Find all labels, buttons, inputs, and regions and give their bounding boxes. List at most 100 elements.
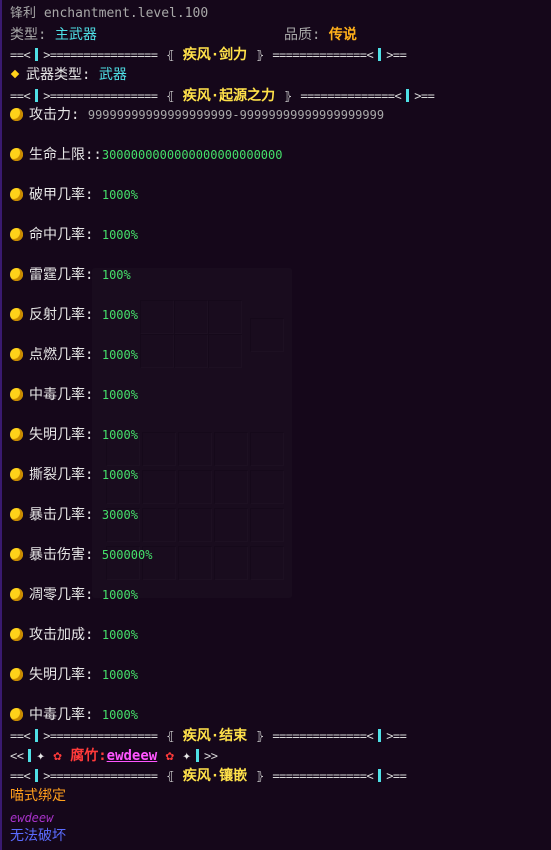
type-label: 类型: xyxy=(10,27,55,43)
separator-section-4: ==< >================ ⦃ 疾风·镶嵌 ⦄ =========… xyxy=(10,766,407,786)
attribute-value: 1000% xyxy=(101,628,138,642)
quality-value: 传说 xyxy=(328,27,357,43)
separator-left: ==< >================ xyxy=(10,729,158,743)
bracket-left: ⦃ xyxy=(165,48,175,62)
coin-icon xyxy=(10,548,23,561)
attribute-value: 3000% xyxy=(101,508,138,522)
attribute-value: 1000% xyxy=(101,348,138,362)
owner-label: 腐竹: xyxy=(70,748,107,764)
nbt-line: 锋利 enchantment.level.100 xyxy=(10,6,209,21)
bound-text: 喵式绑定 xyxy=(10,788,66,804)
bracket-left: ⦃ xyxy=(165,729,175,743)
attribute-row: 暴击伤害: 500000% xyxy=(10,545,152,565)
bar-icon xyxy=(378,729,382,742)
owner-row: << ✦ ✿ 腐竹:ewdeew ✿ ✦ >> xyxy=(10,746,218,766)
separator-right: ==============< >== xyxy=(272,769,407,783)
coin-icon xyxy=(10,268,23,281)
attribute-value: 1000% xyxy=(101,588,138,602)
attribute-label: 攻击力: xyxy=(29,107,88,123)
weapon-type-row: 武器类型: 武器 xyxy=(10,65,127,85)
attribute-label: 失明几率: xyxy=(29,667,102,683)
diamond-icon xyxy=(10,69,20,79)
attribute-label: 命中几率: xyxy=(29,227,102,243)
attribute-value: 100% xyxy=(101,268,131,282)
attribute-value: 3000000000000000000000000 xyxy=(101,148,283,162)
attribute-label: 生命上限:: xyxy=(29,147,102,163)
attribute-row: 雷霆几率: 100% xyxy=(10,265,131,285)
attribute-label: 失明几率: xyxy=(29,427,102,443)
bracket-right: ⦄ xyxy=(255,729,265,743)
section-title: 疾风·结束 xyxy=(182,728,248,744)
coin-icon xyxy=(10,228,23,241)
attribute-row: 破甲几率: 1000% xyxy=(10,185,138,205)
attribute-value: 1000% xyxy=(101,468,138,482)
type-row: 类型: 主武器 xyxy=(10,25,97,45)
quality-row: 品质: 传说 xyxy=(284,25,357,45)
attribute-row: 命中几率: 1000% xyxy=(10,225,138,245)
coin-icon xyxy=(10,388,23,401)
flower-icon: ✿ xyxy=(53,748,62,764)
separator-left: ==< >================ xyxy=(10,769,158,783)
sparkle-icon: ✦ xyxy=(36,748,45,764)
bar-icon xyxy=(378,769,382,782)
bar-icon xyxy=(378,48,382,61)
section-title: 疾风·镶嵌 xyxy=(182,768,248,784)
owner-prefix: << xyxy=(10,749,24,763)
attribute-label: 破甲几率: xyxy=(29,187,102,203)
separator-right: ==============< >== xyxy=(300,89,435,103)
attribute-value: 99999999999999999999-9999999999999999999… xyxy=(87,108,385,122)
attribute-row: 暴击几率: 3000% xyxy=(10,505,138,525)
bracket-left: ⦃ xyxy=(165,89,175,103)
separator-section-3: ==< >================ ⦃ 疾风·结束 ⦄ =========… xyxy=(10,726,407,746)
bracket-right: ⦄ xyxy=(283,89,293,103)
bar-icon xyxy=(195,749,199,762)
attribute-row: 中毒几率: 1000% xyxy=(10,385,138,405)
separator-right: ==============< >== xyxy=(272,48,407,62)
bracket-right: ⦄ xyxy=(255,769,265,783)
owner-suffix: >> xyxy=(203,749,218,763)
bar-icon xyxy=(28,749,32,762)
attribute-row: 点燃几率: 1000% xyxy=(10,345,138,365)
section-title: 疾风·起源之力 xyxy=(182,88,276,104)
attribute-row: 中毒几率: 1000% xyxy=(10,705,138,725)
attribute-label: 雷霆几率: xyxy=(29,267,102,283)
weapon-type-value: 武器 xyxy=(98,67,127,83)
attribute-label: 中毒几率: xyxy=(29,387,102,403)
attribute-label: 反射几率: xyxy=(29,307,102,323)
attribute-row: 生命上限::3000000000000000000000000 xyxy=(10,145,282,165)
coin-icon xyxy=(10,708,23,721)
coin-icon xyxy=(10,148,23,161)
attribute-value: 1000% xyxy=(101,228,138,242)
bar-icon xyxy=(35,48,39,61)
separator-section-1: ==< >================ ⦃ 疾风·剑力 ⦄ =========… xyxy=(10,45,407,65)
attribute-label: 撕裂几率: xyxy=(29,467,102,483)
coin-icon xyxy=(10,108,23,121)
separator-section-2: ==< >================ ⦃ 疾风·起源之力 ⦄ =======… xyxy=(10,86,435,106)
attribute-label: 攻击加成: xyxy=(29,627,102,643)
attribute-label: 点燃几率: xyxy=(29,347,102,363)
coin-icon xyxy=(10,308,23,321)
attribute-row: 失明几率: 1000% xyxy=(10,665,138,685)
separator-left: ==< >================ xyxy=(10,48,158,62)
attribute-value: 1000% xyxy=(101,388,138,402)
attribute-label: 暴击伤害: xyxy=(29,547,102,563)
bar-icon xyxy=(406,89,410,102)
attribute-row: 失明几率: 1000% xyxy=(10,425,138,445)
unbreakable-text: 无法破坏 xyxy=(10,828,66,844)
type-value: 主武器 xyxy=(54,27,97,43)
attribute-row: 撕裂几率: 1000% xyxy=(10,465,138,485)
bar-icon xyxy=(35,89,39,102)
attribute-value: 1000% xyxy=(101,708,138,722)
owner-name: ewdeew xyxy=(106,748,158,764)
section-title: 疾风·剑力 xyxy=(182,47,248,63)
coin-icon xyxy=(10,468,23,481)
attribute-row: 攻击力: 99999999999999999999-99999999999999… xyxy=(10,105,384,125)
attribute-value: 1000% xyxy=(101,188,138,202)
separator-left: ==< >================ xyxy=(10,89,158,103)
coin-icon xyxy=(10,668,23,681)
player-name: ewdeew xyxy=(10,811,54,825)
coin-icon xyxy=(10,588,23,601)
coin-icon xyxy=(10,508,23,521)
bracket-right: ⦄ xyxy=(255,48,265,62)
flower-icon: ✿ xyxy=(165,748,175,764)
